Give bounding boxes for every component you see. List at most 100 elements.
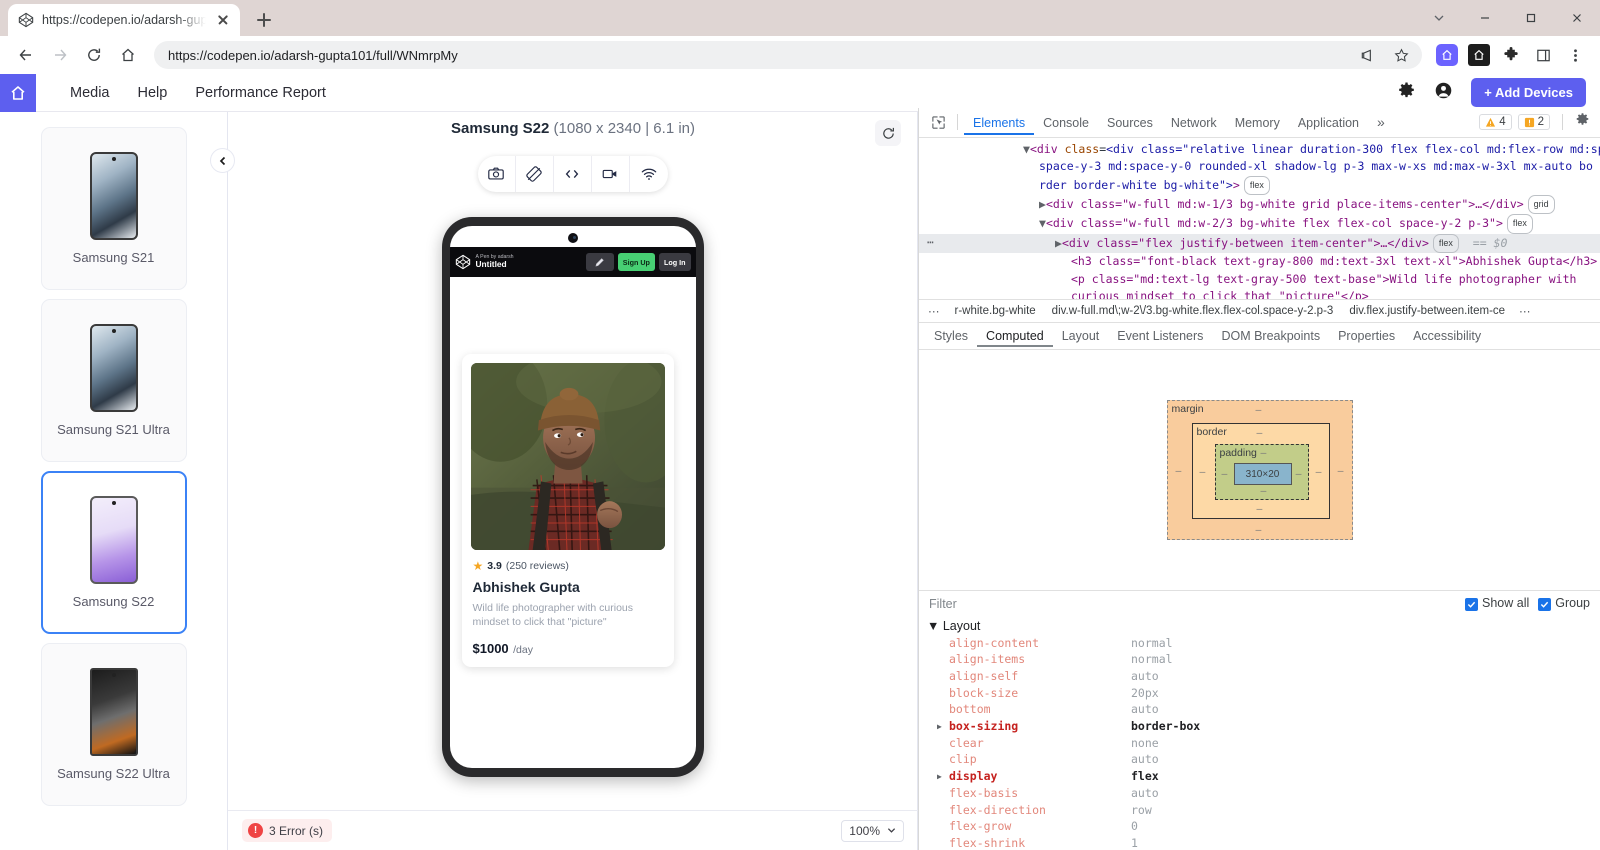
sidebar-tab-properties[interactable]: Properties	[1329, 324, 1404, 347]
sidebar-collapse-button[interactable]	[210, 148, 235, 173]
sidebar-tab-layout[interactable]: Layout	[1053, 324, 1109, 347]
device-card-samsung-s22-ultra[interactable]: Samsung S22 Ultra	[41, 643, 187, 806]
log-in-button[interactable]: Log In	[659, 253, 691, 271]
extension-badge-dark-icon[interactable]	[1464, 40, 1494, 70]
gear-icon[interactable]	[1397, 81, 1416, 105]
extension-badge-purple-icon[interactable]	[1432, 40, 1462, 70]
dom-line-selected[interactable]: ⋯▶<div class="flex justify-between item-…	[919, 234, 1600, 253]
border-right-value[interactable]: –	[1316, 466, 1322, 478]
maximize-icon[interactable]	[1508, 0, 1554, 36]
devtools-tab-sources[interactable]: Sources	[1098, 110, 1162, 135]
close-window-icon[interactable]	[1554, 0, 1600, 36]
computed-property-row[interactable]: ▶displayflex	[919, 768, 1600, 785]
flex-badge[interactable]: flex	[1244, 176, 1270, 195]
zoom-level-select[interactable]: 100%	[841, 820, 904, 842]
sign-up-button[interactable]: Sign Up	[618, 253, 655, 271]
computed-property-row[interactable]: flex-directionrow	[919, 801, 1600, 818]
browser-tab[interactable]: https://codepen.io/adarsh-gupta	[8, 4, 240, 36]
computed-property-row[interactable]: clipauto	[919, 751, 1600, 768]
new-tab-button[interactable]	[250, 6, 278, 34]
show-all-checkbox[interactable]: Show all	[1465, 596, 1529, 611]
computed-property-row[interactable]: bottomauto	[919, 701, 1600, 718]
app-home-icon[interactable]	[0, 74, 36, 112]
refresh-icon[interactable]	[875, 120, 901, 146]
dom-line[interactable]: ▼<div class="w-full md:w-2/3 bg-white fl…	[919, 214, 1600, 233]
rotate-icon[interactable]	[516, 156, 554, 192]
breadcrumb-overflow-icon[interactable]: ⋯	[923, 304, 946, 318]
padding-right-value[interactable]: –	[1296, 468, 1302, 480]
device-card-samsung-s21-ultra[interactable]: Samsung S21 Ultra	[41, 299, 187, 462]
back-icon[interactable]	[10, 39, 42, 71]
chevron-down-icon[interactable]	[1416, 0, 1462, 36]
video-icon[interactable]	[592, 156, 630, 192]
margin-top-value[interactable]: –	[1256, 404, 1262, 416]
sidebar-tab-styles[interactable]: Styles	[925, 324, 977, 347]
devtools-tab-memory[interactable]: Memory	[1226, 110, 1289, 135]
computed-property-row[interactable]: flex-basisauto	[919, 784, 1600, 801]
bookmark-star-icon[interactable]	[1386, 40, 1416, 70]
device-card-samsung-s22[interactable]: Samsung S22	[41, 471, 187, 634]
computed-group-layout[interactable]: ▼ Layout	[919, 616, 1600, 634]
minimize-icon[interactable]	[1462, 0, 1508, 36]
box-model-content-size[interactable]: 310×20	[1234, 463, 1292, 485]
padding-top-value[interactable]: –	[1261, 447, 1267, 459]
grid-badge[interactable]: grid	[1528, 195, 1555, 214]
breadcrumb-item[interactable]: div.w-full.md\;w-2\/3.bg-white.flex.flex…	[1045, 303, 1341, 319]
camera-icon[interactable]	[478, 156, 516, 192]
home-icon[interactable]	[112, 39, 144, 71]
sidebar-tab-accessibility[interactable]: Accessibility	[1404, 324, 1490, 347]
error-count-badge[interactable]: 2	[1518, 114, 1550, 130]
warning-count-badge[interactable]: 4	[1479, 114, 1511, 130]
border-bottom-value[interactable]: –	[1257, 503, 1263, 515]
computed-styles-list[interactable]: ▼ Layout align-contentnormalalign-itemsn…	[919, 616, 1600, 850]
reload-icon[interactable]	[78, 39, 110, 71]
account-icon[interactable]	[1434, 81, 1453, 105]
nav-item-media[interactable]: Media	[70, 85, 110, 101]
breadcrumb-item[interactable]: r-white.bg-white	[948, 303, 1043, 319]
extensions-puzzle-icon[interactable]	[1496, 40, 1526, 70]
device-screen[interactable]: A Pen by adarsh Untitled Sign Up Log In	[450, 226, 696, 768]
code-icon[interactable]	[554, 156, 592, 192]
border-top-value[interactable]: –	[1257, 427, 1263, 439]
computed-property-row[interactable]: align-itemsnormal	[919, 651, 1600, 668]
dom-line[interactable]: <p class="md:text-lg text-gray-500 text-…	[919, 271, 1600, 288]
expand-triangle-icon[interactable]: ▶	[937, 772, 942, 781]
margin-bottom-value[interactable]: –	[1256, 524, 1262, 536]
devtools-more-tabs-icon[interactable]: »	[1368, 114, 1394, 130]
computed-property-row[interactable]: flex-shrink1	[919, 835, 1600, 850]
add-devices-button[interactable]: + Add Devices	[1471, 78, 1586, 107]
wifi-icon[interactable]	[630, 156, 668, 192]
inspect-element-icon[interactable]	[925, 109, 951, 135]
computed-property-row[interactable]: align-contentnormal	[919, 634, 1600, 651]
side-panel-icon[interactable]	[1528, 40, 1558, 70]
device-card-samsung-s21[interactable]: Samsung S21	[41, 127, 187, 290]
computed-property-row[interactable]: block-size20px	[919, 684, 1600, 701]
devtools-settings-gear-icon[interactable]	[1575, 112, 1590, 132]
nav-item-help[interactable]: Help	[138, 85, 168, 101]
group-checkbox[interactable]: Group	[1538, 596, 1590, 611]
devtools-tab-console[interactable]: Console	[1034, 110, 1098, 135]
address-bar[interactable]: https://codepen.io/adarsh-gupta101/full/…	[154, 41, 1422, 69]
breadcrumb-overflow-end-icon[interactable]: ⋯	[1514, 304, 1537, 318]
sidebar-tab-dom-breakpoints[interactable]: DOM Breakpoints	[1212, 324, 1329, 347]
expand-triangle-icon[interactable]: ▶	[937, 722, 942, 731]
padding-bottom-value[interactable]: –	[1261, 485, 1267, 497]
error-count-chip[interactable]: ! 3 Error (s)	[242, 819, 332, 842]
dom-more-icon[interactable]: ⋯	[927, 234, 935, 251]
filter-input[interactable]: Filter	[929, 597, 957, 611]
margin-right-value[interactable]: –	[1338, 465, 1344, 477]
breadcrumb-item[interactable]: div.flex.justify-between.item-ce	[1342, 303, 1512, 319]
box-model-margin[interactable]: margin – – – – border – – – – padding – …	[1167, 400, 1353, 540]
padding-left-value[interactable]: –	[1222, 468, 1228, 480]
box-model-padding[interactable]: padding – – – – 310×20	[1215, 444, 1309, 500]
dom-tree[interactable]: ▼<div class=<div class="relative linear …	[919, 138, 1600, 299]
forward-icon[interactable]	[44, 39, 76, 71]
nav-item-performance-report[interactable]: Performance Report	[195, 85, 326, 101]
border-left-value[interactable]: –	[1200, 466, 1206, 478]
computed-property-row[interactable]: align-selfauto	[919, 668, 1600, 685]
pencil-icon[interactable]	[586, 253, 614, 271]
computed-property-row[interactable]: ▶box-sizingborder-box	[919, 718, 1600, 735]
devtools-tab-application[interactable]: Application	[1289, 110, 1368, 135]
devtools-tab-network[interactable]: Network	[1162, 110, 1226, 135]
dom-line[interactable]: ▶<div class="w-full md:w-1/3 bg-white gr…	[919, 195, 1600, 214]
